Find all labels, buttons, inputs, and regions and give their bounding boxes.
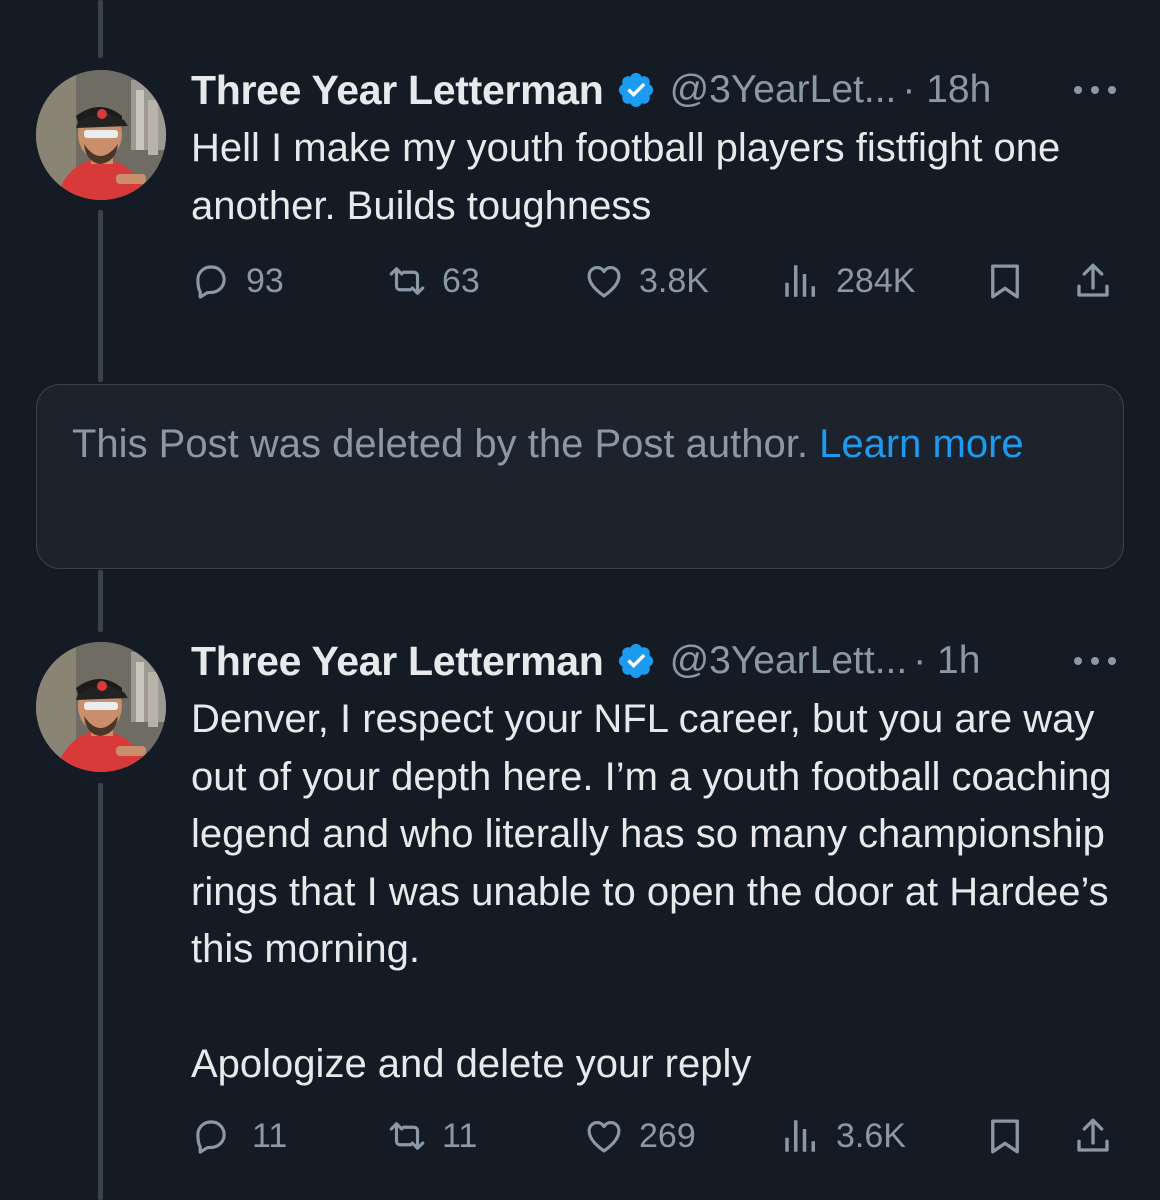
like-button[interactable]: 269: [583, 1111, 696, 1161]
like-count: 3.8K: [639, 261, 709, 300]
repost-button[interactable]: 63: [386, 256, 480, 306]
like-icon: [587, 1120, 621, 1153]
verified-badge-icon: [618, 72, 653, 108]
repost-count: 11: [442, 1116, 478, 1155]
timestamp[interactable]: · 18h: [902, 68, 991, 112]
thread-line-top: [98, 0, 103, 58]
handle[interactable]: @3YearLet...: [670, 68, 897, 112]
like-icon: [587, 265, 621, 298]
deleted-post-notice: This Post was deleted by the Post author…: [36, 384, 1124, 569]
reply-count: 11: [252, 1116, 288, 1155]
action-bar: 11 11 269 3.6K: [190, 1111, 1120, 1161]
tweet-header: Three Year Letterman @3YearLet... · 18h: [191, 65, 1130, 115]
learn-more-link[interactable]: Learn more: [819, 422, 1024, 466]
more-icon[interactable]: [1070, 646, 1120, 676]
avatar[interactable]: [36, 642, 166, 772]
views-count: 3.6K: [836, 1116, 906, 1155]
display-name[interactable]: Three Year Letterman: [191, 67, 604, 114]
avatar[interactable]: [36, 70, 166, 200]
thread-line-bottom: [98, 783, 103, 1200]
share-button[interactable]: [1072, 1111, 1114, 1161]
repost-button[interactable]: 11: [386, 1111, 477, 1161]
tweet-header: Three Year Letterman @3YearLett... · 1h: [191, 636, 1130, 686]
reply-icon: [196, 1120, 226, 1154]
bookmark-button[interactable]: [984, 256, 1026, 306]
views-button[interactable]: 3.6K: [780, 1111, 906, 1161]
repost-count: 63: [442, 261, 480, 300]
reply-icon: [196, 265, 226, 299]
reply-button[interactable]: 93: [190, 256, 284, 306]
bookmark-icon: [991, 1119, 1019, 1154]
like-count: 269: [639, 1116, 696, 1155]
repost-icon: [389, 1122, 425, 1150]
verified-badge-icon: [618, 643, 653, 679]
action-bar: 93 63 3.8K 284K: [190, 256, 1120, 306]
views-button[interactable]: 284K: [780, 256, 915, 306]
share-icon: [1077, 263, 1109, 297]
reply-count: 93: [246, 261, 284, 300]
thread-line-mid: [98, 210, 103, 382]
bookmark-button[interactable]: [984, 1111, 1026, 1161]
like-button[interactable]: 3.8K: [583, 256, 709, 306]
tweet-text: Hell I make my youth football players fi…: [191, 126, 1061, 228]
timestamp[interactable]: · 1h: [913, 639, 980, 683]
more-icon[interactable]: [1070, 75, 1120, 105]
share-icon: [1077, 1118, 1109, 1152]
views-count: 284K: [836, 261, 916, 300]
share-button[interactable]: [1072, 256, 1114, 306]
handle[interactable]: @3YearLett...: [670, 639, 908, 683]
deleted-post-text: This Post was deleted by the Post author…: [72, 422, 820, 466]
display-name[interactable]: Three Year Letterman: [191, 638, 604, 685]
repost-icon: [389, 267, 425, 295]
views-icon: [785, 265, 815, 297]
views-icon: [785, 1120, 815, 1152]
reply-button[interactable]: 11: [190, 1111, 287, 1161]
thread-line-connector: [98, 570, 103, 632]
bookmark-icon: [991, 264, 1019, 299]
tweet-text: Denver, I respect your NFL career, but y…: [191, 697, 1112, 1086]
